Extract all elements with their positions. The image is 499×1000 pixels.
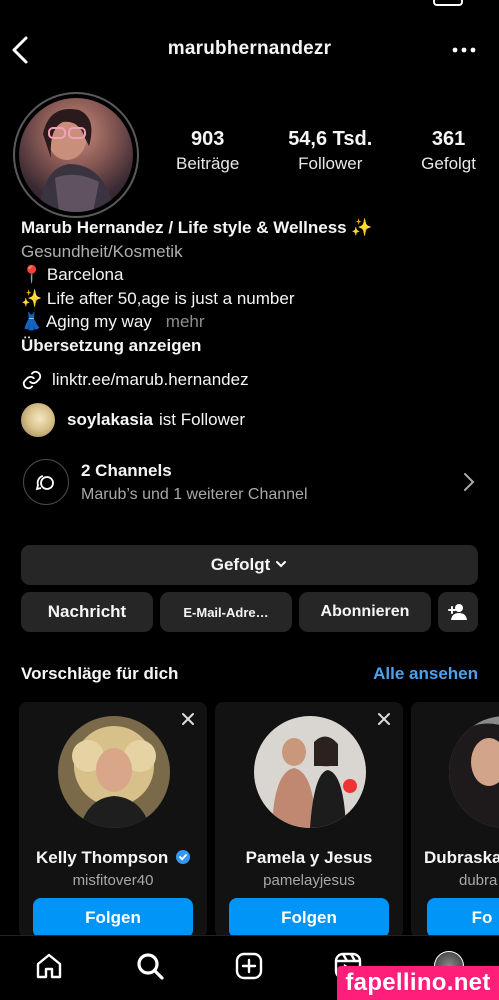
profile-avatar[interactable] bbox=[13, 92, 139, 218]
link-icon bbox=[22, 370, 42, 390]
profile-photo bbox=[19, 98, 133, 212]
subscribe-button[interactable]: Abonnieren bbox=[299, 592, 431, 632]
profile-username-title: marubhernandezr bbox=[167, 38, 332, 59]
email-button[interactable]: E-Mail-Adre… bbox=[160, 592, 292, 632]
channels-row[interactable]: 2 Channels Marub’s und 1 weiterer Channe… bbox=[21, 455, 479, 511]
followed-by-row[interactable]: soylakasia ist Follower bbox=[21, 403, 245, 437]
stat-label: Beiträge bbox=[176, 154, 240, 173]
suggestion-avatar bbox=[449, 716, 499, 828]
display-name: Marub Hernandez / Life style & Wellness … bbox=[21, 218, 373, 237]
battery-icon bbox=[433, 0, 463, 6]
search-icon[interactable] bbox=[134, 950, 166, 982]
follower-suffix: ist Follower bbox=[159, 410, 245, 429]
suggestion-handle: misfitover40 bbox=[72, 872, 154, 889]
status-bar bbox=[0, 0, 499, 14]
profile-category: Gesundheit/Kosmetik bbox=[21, 241, 183, 261]
top-bar: marubhernandezr bbox=[0, 30, 499, 70]
suggestion-card[interactable]: Pamela y Jesus pamelayjesus Folgen bbox=[215, 702, 403, 938]
suggestion-card[interactable]: Dubraska dubra Fo bbox=[411, 702, 499, 938]
create-icon[interactable] bbox=[233, 950, 265, 982]
bio-link[interactable]: linktr.ee/marub.hernandez bbox=[21, 369, 249, 391]
suggestion-name: Dubraska bbox=[424, 848, 499, 867]
channels-title: 2 Channels bbox=[81, 461, 172, 480]
bio-link-text: linktr.ee/marub.hernandez bbox=[52, 370, 249, 389]
bio-line: 📍 Barcelona bbox=[21, 265, 124, 284]
stat-value: 54,6 Tsd. bbox=[288, 128, 373, 150]
suggestion-card[interactable]: Kelly Thompson misfitover40 Folgen bbox=[19, 702, 207, 938]
suggestion-handle: dubra bbox=[459, 872, 498, 889]
follow-button[interactable]: Folgen bbox=[229, 898, 389, 938]
home-icon[interactable] bbox=[33, 950, 65, 982]
bio-more-link[interactable]: mehr bbox=[166, 312, 205, 331]
suggestion-avatar bbox=[58, 716, 170, 828]
stat-value: 361 bbox=[431, 128, 466, 150]
chevron-right-icon bbox=[463, 471, 475, 498]
more-dots-icon[interactable] bbox=[451, 38, 477, 62]
message-button[interactable]: Nachricht bbox=[21, 592, 153, 632]
following-button[interactable]: Gefolgt bbox=[21, 545, 478, 585]
follow-button[interactable]: Fo bbox=[427, 898, 499, 938]
translate-link[interactable]: Übersetzung anzeigen bbox=[21, 334, 491, 358]
follow-button[interactable]: Folgen bbox=[33, 898, 193, 938]
stat-value: 903 bbox=[190, 128, 225, 150]
stat-following[interactable]: 361 Gefolgt bbox=[421, 128, 476, 174]
chevron-down-icon bbox=[276, 561, 287, 568]
avatar bbox=[21, 403, 55, 437]
add-person-button[interactable] bbox=[438, 592, 478, 632]
profile-bio: Marub Hernandez / Life style & Wellness … bbox=[21, 216, 491, 357]
add-person-icon bbox=[448, 604, 467, 620]
close-icon[interactable] bbox=[377, 712, 391, 731]
stat-followers[interactable]: 54,6 Tsd. Follower bbox=[288, 128, 372, 174]
suggestion-handle: pamelayjesus bbox=[263, 872, 355, 889]
stat-label: Follower bbox=[298, 154, 363, 173]
verified-badge-icon bbox=[175, 850, 190, 864]
close-icon[interactable] bbox=[181, 712, 195, 731]
channels-subtitle: Marub’s und 1 weiterer Channel bbox=[81, 486, 308, 503]
see-all-link[interactable]: Alle ansehen bbox=[373, 664, 478, 684]
bio-line: ✨ Life after 50,age is just a number bbox=[21, 288, 295, 308]
suggestion-name: Kelly Thompson bbox=[19, 848, 207, 868]
stat-label: Gefolgt bbox=[421, 154, 476, 173]
stat-posts[interactable]: 903 Beiträge bbox=[176, 128, 239, 174]
suggestion-avatar bbox=[254, 716, 366, 828]
watermark: fapellino.net bbox=[337, 966, 499, 1000]
suggestion-name: Pamela y Jesus bbox=[245, 848, 373, 867]
profile-stats: 903 Beiträge 54,6 Tsd. Follower 361 Gefo… bbox=[176, 128, 476, 174]
bio-line: 👗 Aging my way bbox=[21, 312, 152, 331]
follower-username: soylakasia bbox=[67, 410, 154, 429]
following-label: Gefolgt bbox=[210, 555, 271, 574]
channels-icon bbox=[23, 459, 69, 505]
